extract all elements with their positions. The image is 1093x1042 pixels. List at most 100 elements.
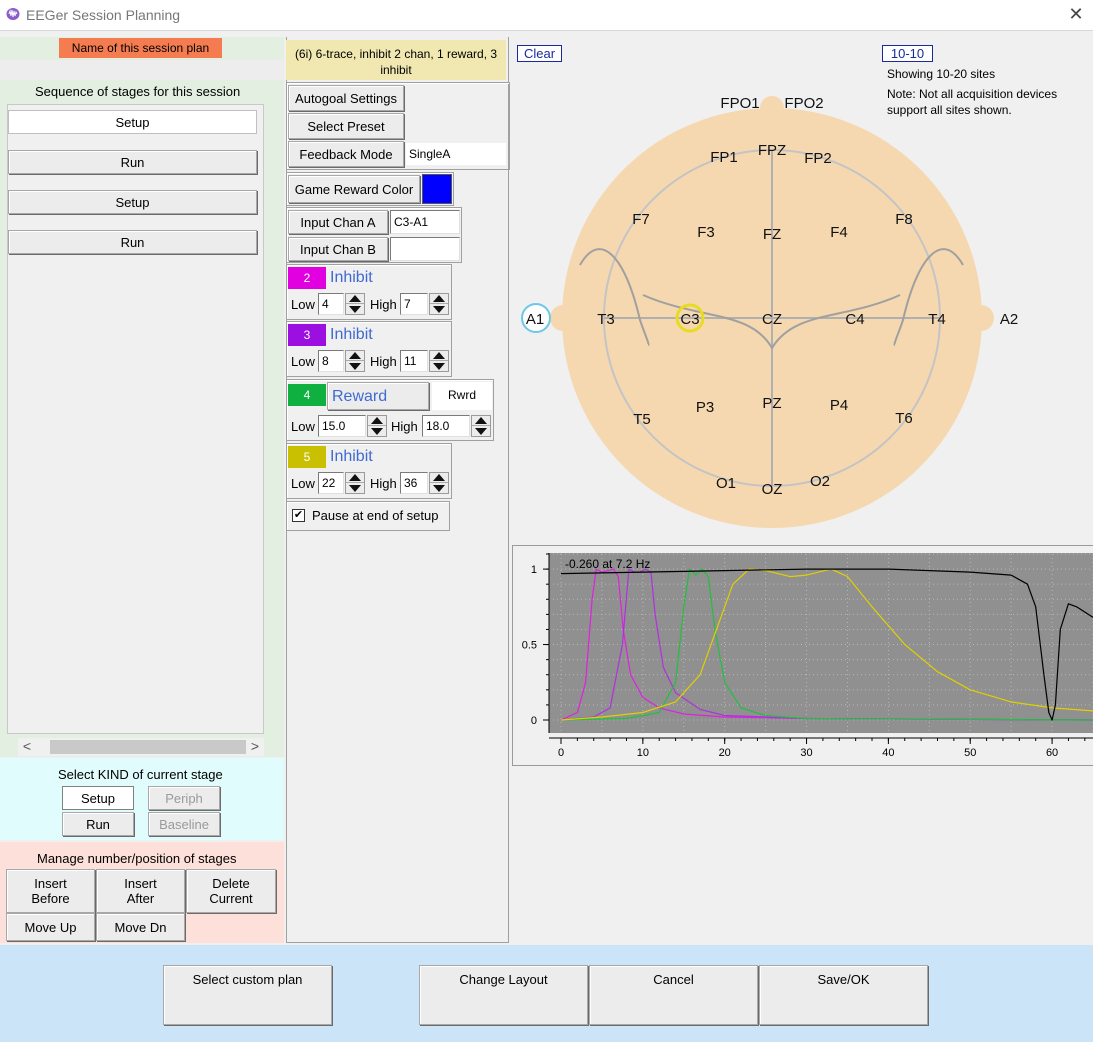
kind-setup-button[interactable]: Setup	[62, 786, 134, 810]
band-2-high-input[interactable]: 7	[400, 293, 428, 315]
site-p4[interactable]: P4	[830, 397, 848, 414]
site-fpo2[interactable]: FPO2	[784, 95, 823, 112]
pause-label: Pause at end of setup	[312, 508, 439, 523]
site-fpo1[interactable]: FPO1	[720, 95, 759, 112]
spin-up-icon[interactable]	[430, 294, 448, 304]
game-reward-color-button[interactable]: Game Reward Color	[288, 175, 420, 203]
site-fpz[interactable]: FPZ	[758, 142, 786, 159]
reward-color-swatch[interactable]	[422, 174, 452, 204]
spin-down-icon[interactable]	[430, 483, 448, 493]
band-5-high-spinner[interactable]	[429, 472, 449, 494]
x-tick-label: 50	[964, 747, 976, 759]
site-oz[interactable]: OZ	[762, 481, 783, 498]
insert-before-button[interactable]: Insert Before	[6, 869, 95, 913]
band-5-low-input[interactable]: 22	[318, 472, 344, 494]
site-c3[interactable]: C3	[680, 311, 699, 328]
band-4-low-spinner[interactable]	[367, 415, 387, 437]
input-chan-a-button[interactable]: Input Chan A	[288, 210, 388, 234]
site-fp1[interactable]: FP1	[710, 149, 738, 166]
site-f3[interactable]: F3	[697, 224, 715, 241]
site-t3[interactable]: T3	[597, 311, 615, 328]
spin-down-icon[interactable]	[346, 483, 364, 493]
change-layout-button[interactable]: Change Layout	[419, 965, 588, 1025]
band-4-low-input[interactable]: 15.0	[318, 415, 366, 437]
site-pz[interactable]: PZ	[762, 395, 781, 412]
spin-up-icon[interactable]	[346, 473, 364, 483]
band-4-high-input[interactable]: 18.0	[422, 415, 470, 437]
clear-button[interactable]: Clear	[517, 45, 562, 62]
site-o2[interactable]: O2	[810, 473, 830, 490]
spin-down-icon[interactable]	[430, 304, 448, 314]
title-divider	[0, 30, 1093, 31]
spin-down-icon[interactable]	[346, 361, 364, 371]
stage-item-3[interactable]: Setup	[8, 190, 257, 214]
band-2-high-label: High	[370, 297, 397, 312]
spin-down-icon[interactable]	[368, 426, 386, 436]
site-fp2[interactable]: FP2	[804, 150, 832, 167]
scroll-right-icon[interactable]: >	[248, 738, 262, 756]
move-down-button[interactable]: Move Dn	[96, 913, 185, 941]
save-ok-button[interactable]: Save/OK	[759, 965, 928, 1025]
x-tick-label: 20	[719, 747, 731, 759]
site-o1[interactable]: O1	[716, 475, 736, 492]
site-t5[interactable]: T5	[633, 411, 651, 428]
spin-up-icon[interactable]	[472, 416, 490, 426]
band-2-low-input[interactable]: 4	[318, 293, 344, 315]
scroll-thumb[interactable]	[50, 740, 246, 754]
band-2-low-spinner[interactable]	[345, 293, 365, 315]
site-cz[interactable]: CZ	[762, 311, 782, 328]
spin-up-icon[interactable]	[430, 351, 448, 361]
spin-down-icon[interactable]	[472, 426, 490, 436]
kind-run-button[interactable]: Run	[62, 812, 134, 836]
kind-baseline-button[interactable]: Baseline	[148, 812, 220, 836]
close-icon[interactable]: ✕	[1066, 4, 1086, 24]
stage-list-scrollbar[interactable]: < >	[18, 738, 264, 756]
spin-up-icon[interactable]	[346, 294, 364, 304]
autogoal-settings-button[interactable]: Autogoal Settings	[288, 85, 404, 111]
kind-periph-button[interactable]: Periph	[148, 786, 220, 810]
head-map[interactable]: FPO1 FPO2 FP1 FPZ FP2 F7 F3 FZ F4 F8 A1 …	[515, 88, 1020, 533]
band-5-low-spinner[interactable]	[345, 472, 365, 494]
spin-down-icon[interactable]	[346, 304, 364, 314]
spin-up-icon[interactable]	[368, 416, 386, 426]
stage-item-1[interactable]: Setup	[8, 110, 257, 134]
band-3-high-input[interactable]: 11	[400, 350, 428, 372]
site-c4[interactable]: C4	[845, 311, 864, 328]
band-5-high-input[interactable]: 36	[400, 472, 428, 494]
pause-checkbox[interactable]: ✔	[292, 509, 305, 522]
site-a1[interactable]: A1	[526, 311, 544, 328]
input-chan-b-button[interactable]: Input Chan B	[288, 237, 388, 261]
band-2-high-spinner[interactable]	[429, 293, 449, 315]
feedback-mode-button[interactable]: Feedback Mode	[288, 141, 404, 167]
site-t4[interactable]: T4	[928, 311, 946, 328]
site-t6[interactable]: T6	[895, 410, 913, 427]
plan-name-input[interactable]	[0, 60, 284, 80]
site-fz[interactable]: FZ	[763, 226, 781, 243]
input-chan-a-field[interactable]: C3-A1	[390, 210, 460, 234]
input-chan-b-field[interactable]	[390, 237, 460, 261]
montage-mode-button[interactable]: 10-10	[882, 45, 933, 62]
band-5-kind: Inhibit	[330, 448, 373, 465]
band-4-kind-button[interactable]: Reward	[327, 382, 429, 410]
insert-after-button[interactable]: Insert After	[96, 869, 185, 913]
site-f7[interactable]: F7	[632, 211, 650, 228]
stage-item-4[interactable]: Run	[8, 230, 257, 254]
move-up-button[interactable]: Move Up	[6, 913, 95, 941]
select-preset-button[interactable]: Select Preset	[288, 113, 404, 139]
spin-up-icon[interactable]	[346, 351, 364, 361]
band-4-high-spinner[interactable]	[471, 415, 491, 437]
site-f8[interactable]: F8	[895, 211, 913, 228]
band-3-low-spinner[interactable]	[345, 350, 365, 372]
band-3-low-input[interactable]: 8	[318, 350, 344, 372]
cancel-button[interactable]: Cancel	[589, 965, 758, 1025]
spin-up-icon[interactable]	[430, 473, 448, 483]
scroll-left-icon[interactable]: <	[20, 738, 34, 756]
band-3-high-spinner[interactable]	[429, 350, 449, 372]
site-f4[interactable]: F4	[830, 224, 848, 241]
stage-item-2[interactable]: Run	[8, 150, 257, 174]
select-custom-plan-button[interactable]: Select custom plan	[163, 965, 332, 1025]
spin-down-icon[interactable]	[430, 361, 448, 371]
delete-current-button[interactable]: Delete Current	[186, 869, 276, 913]
site-a2[interactable]: A2	[1000, 311, 1018, 328]
site-p3[interactable]: P3	[696, 399, 714, 416]
